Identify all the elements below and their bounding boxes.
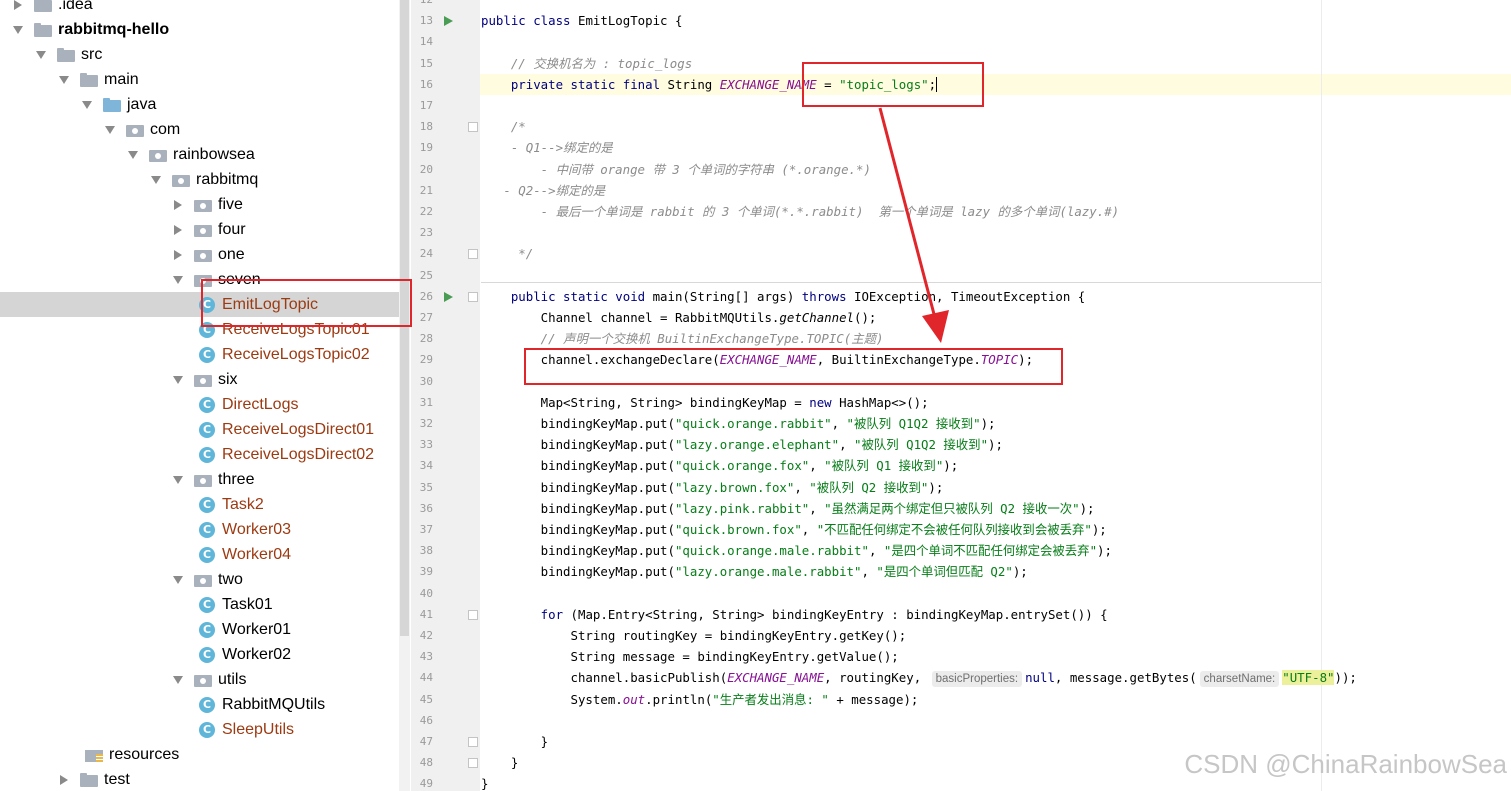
annotation-arrow bbox=[878, 107, 949, 343]
watermark: CSDN @ChinaRainbowSea bbox=[1184, 749, 1507, 779]
